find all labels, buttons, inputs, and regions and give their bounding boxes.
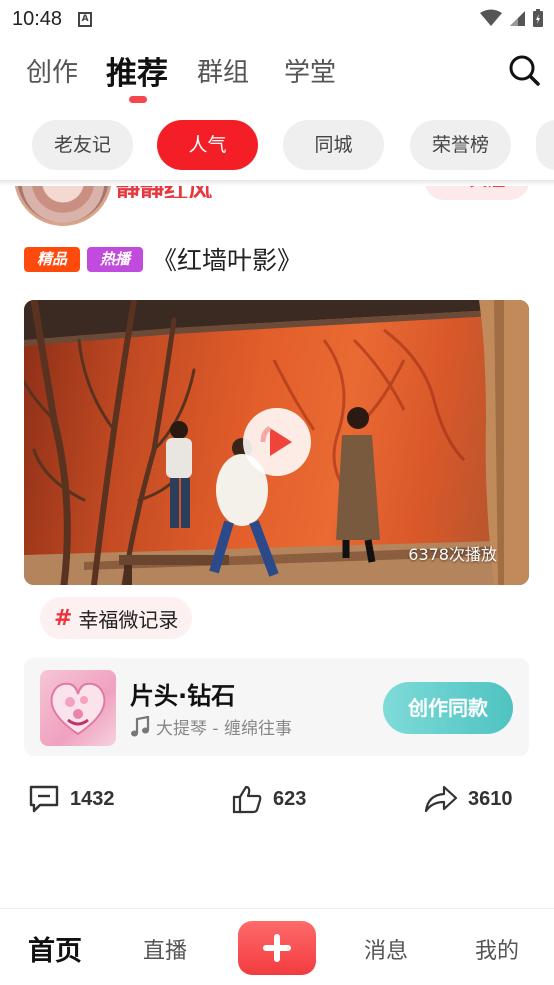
like-icon <box>232 785 262 814</box>
status-time: 10:48 <box>12 7 63 30</box>
comment-icon <box>29 785 59 813</box>
music-subtitle: 大提琴 - 缠绵往事 <box>156 719 292 739</box>
wifi-icon <box>480 9 502 26</box>
author-name-wrap[interactable]: 静静红风 <box>116 186 256 198</box>
play-count: 6378次播放 <box>408 545 497 564</box>
search-icon <box>509 55 540 86</box>
music-subtitle-row: 大提琴 - 缠绵往事 <box>130 714 292 739</box>
category-chip-row: 老友记 人气 同城 荣誉榜 <box>0 118 554 174</box>
like-count: 623 <box>273 787 307 810</box>
heart-cover-art <box>50 682 106 736</box>
topic-label: 幸福微记录 <box>78 607 179 632</box>
topic-tag[interactable]: # 幸福微记录 <box>40 597 193 639</box>
plus-icon <box>263 934 291 962</box>
nav-mine[interactable]: 我的 <box>475 933 519 965</box>
app-screen: 10:48 A 创作 推荐 群组 学堂 老友记 人气 同城 荣誉榜 静静红风 +… <box>0 0 554 985</box>
signal-icon <box>510 11 525 26</box>
nav-messages[interactable]: 消息 <box>364 933 408 965</box>
status-icons <box>480 8 544 28</box>
tab-recommend[interactable]: 推荐 <box>106 48 168 93</box>
active-tab-indicator <box>129 96 147 103</box>
status-bar: 10:48 A <box>0 0 554 38</box>
publish-button[interactable] <box>238 921 316 975</box>
share-count: 3610 <box>468 787 513 810</box>
tab-school[interactable]: 学堂 <box>284 52 336 89</box>
author-avatar-wrap[interactable] <box>14 186 114 226</box>
music-title: 片头·钻石 <box>130 682 236 710</box>
notification-icon: A <box>78 11 93 27</box>
chip-popular[interactable]: 人气 <box>157 120 258 170</box>
music-note-icon <box>131 715 150 736</box>
play-icon <box>260 425 292 456</box>
nav-live[interactable]: 直播 <box>143 933 187 965</box>
follow-button[interactable]: + 关注 <box>425 186 529 200</box>
comment-count: 1432 <box>70 787 115 810</box>
chip-more[interactable] <box>536 120 554 170</box>
nav-home[interactable]: 首页 <box>28 929 82 968</box>
chip-old-friends[interactable]: 老友记 <box>32 120 133 170</box>
badge-featured: 精品 <box>24 247 80 272</box>
video-thumbnail[interactable]: 6378次播放 <box>24 300 529 585</box>
chip-same-city[interactable]: 同城 <box>283 120 384 170</box>
music-card[interactable]: 片头·钻石 大提琴 - 缠绵往事 创作同款 <box>24 658 529 756</box>
search-button[interactable] <box>508 54 540 86</box>
tab-groups[interactable]: 群组 <box>197 52 249 89</box>
hashtag-icon: # <box>54 605 73 631</box>
post-title[interactable]: 《红墙叶影》 <box>152 241 302 277</box>
chip-honor-list[interactable]: 荣誉榜 <box>410 120 511 170</box>
author-name[interactable]: 静静红风 <box>116 186 212 198</box>
share-button[interactable]: 3610 <box>424 784 513 814</box>
top-tab-bar: 创作 推荐 群组 学堂 <box>0 40 554 110</box>
like-button[interactable]: 623 <box>231 784 306 814</box>
battery-icon <box>533 9 543 27</box>
comment-button[interactable]: 1432 <box>28 784 115 814</box>
tab-create[interactable]: 创作 <box>26 52 78 89</box>
badge-trending: 热播 <box>87 247 143 272</box>
music-cover <box>40 670 116 746</box>
create-same-button[interactable]: 创作同款 <box>383 682 513 734</box>
avatar[interactable] <box>14 186 112 226</box>
follow-button-wrap[interactable]: + 关注 <box>425 186 529 200</box>
play-button[interactable] <box>243 408 311 476</box>
bottom-nav: 首页 直播 消息 我的 <box>0 908 554 985</box>
share-icon <box>424 785 458 813</box>
